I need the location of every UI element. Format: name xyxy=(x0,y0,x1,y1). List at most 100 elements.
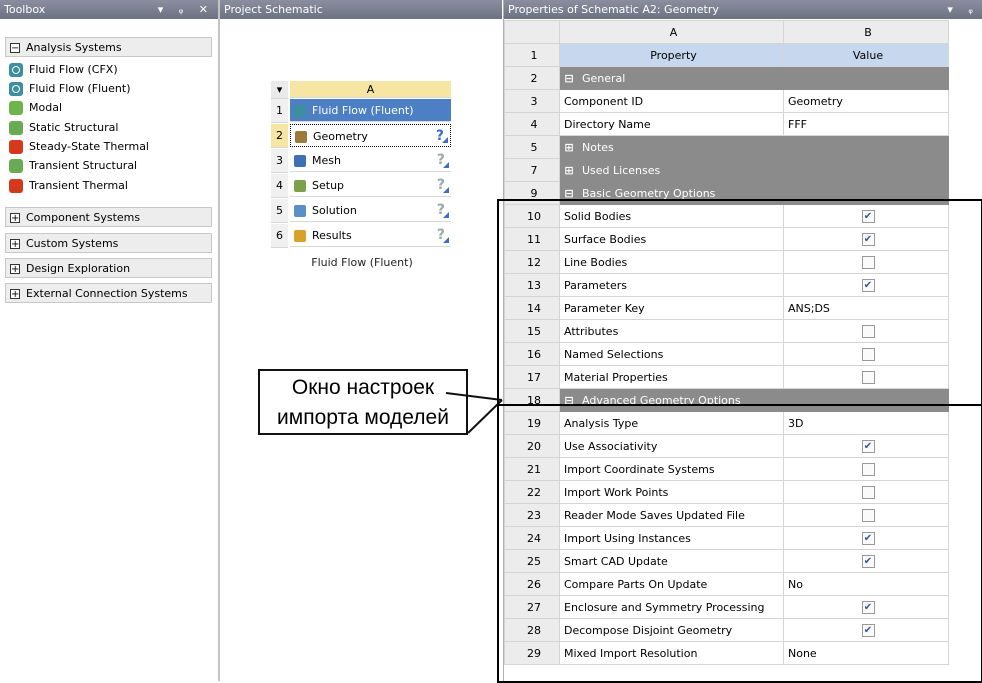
category-label: Basic Geometry Options xyxy=(582,186,716,200)
system-caption[interactable]: Fluid Flow (Fluent) xyxy=(271,256,453,269)
category-label: Notes xyxy=(582,140,614,154)
cell-label: Setup xyxy=(312,179,345,192)
property-column-header[interactable]: Property xyxy=(559,43,784,67)
system-title-cell[interactable]: Fluid Flow (Fluent) xyxy=(290,99,451,122)
category-value-cell xyxy=(783,158,949,182)
row-number: 5 xyxy=(271,199,288,223)
cell-label: Geometry xyxy=(313,130,368,143)
cell-label: Fluid Flow (Fluent) xyxy=(312,104,414,117)
row-number: 4 xyxy=(271,174,288,198)
property-name: Directory Name xyxy=(559,112,784,136)
cell-label: Solution xyxy=(312,204,357,217)
toolbox-item-steady-state-thermal[interactable]: Steady-State Thermal xyxy=(9,138,149,155)
solution-cell[interactable]: Solution? xyxy=(290,199,451,222)
row-number: 1 xyxy=(504,43,560,67)
system-menu-arrow[interactable]: ▾ xyxy=(271,81,288,99)
toolbox-group-design-exploration[interactable]: + Design Exploration xyxy=(5,258,212,278)
toolbox-group-external-connection-systems[interactable]: + External Connection Systems xyxy=(5,283,212,303)
column-a-header[interactable]: A xyxy=(559,20,784,44)
thermal-icon xyxy=(9,140,23,154)
property-row[interactable]: 5 ⊞ Notes xyxy=(504,135,949,159)
item-label: Transient Structural xyxy=(29,159,138,172)
row-number: 1 xyxy=(271,99,288,123)
value-column-header[interactable]: Value xyxy=(783,43,949,67)
property-name: Component ID xyxy=(559,89,784,113)
item-label: Modal xyxy=(29,101,62,114)
toolbox-title: Toolbox xyxy=(4,3,46,16)
group-label: Component Systems xyxy=(26,211,141,224)
category-cell[interactable]: ⊞ Used Licenses xyxy=(559,158,784,182)
toolbox-group-component-systems[interactable]: + Component Systems xyxy=(5,207,212,227)
item-label: Transient Thermal xyxy=(29,179,128,192)
status-unknown-icon: ? xyxy=(436,177,445,193)
category-cell[interactable]: ⊞ Notes xyxy=(559,135,784,159)
status-corner-icon xyxy=(443,162,449,168)
geometry-icon xyxy=(295,131,307,143)
column-letter-row: A B xyxy=(504,20,949,44)
expand-icon[interactable]: ⊞ xyxy=(564,164,574,177)
group-label: External Connection Systems xyxy=(26,287,188,300)
category-cell[interactable]: ⊟ General xyxy=(559,66,784,90)
annotation-line-1: Окно настроек xyxy=(291,376,435,399)
expand-icon[interactable]: + xyxy=(10,213,20,224)
status-corner-icon xyxy=(443,187,449,193)
results-cell[interactable]: Results? xyxy=(290,224,451,247)
row-number: 2 xyxy=(504,66,560,90)
property-value[interactable]: Geometry xyxy=(783,89,949,113)
highlight-frame-basic-options xyxy=(497,199,982,406)
property-row[interactable]: 7 ⊞ Used Licenses xyxy=(504,158,949,182)
geometry-cell[interactable]: Geometry? xyxy=(290,124,451,147)
solution-icon xyxy=(294,205,306,217)
status-unknown-icon: ? xyxy=(436,227,445,243)
row-number: 6 xyxy=(271,224,288,248)
item-label: Fluid Flow (Fluent) xyxy=(29,82,131,95)
setup-cell[interactable]: Setup? xyxy=(290,174,451,197)
toolbox-item-static-structural[interactable]: Static Structural xyxy=(9,119,118,136)
property-row[interactable]: 1 Property Value xyxy=(504,43,949,67)
fluid-flow-icon xyxy=(9,82,23,96)
item-label: Steady-State Thermal xyxy=(29,140,149,153)
toolbox-item-transient-thermal[interactable]: Transient Thermal xyxy=(9,177,128,194)
toolbox-panel: Toolbox ▾ ᵩ ✕ − Analysis Systems Fluid Fl… xyxy=(0,0,220,681)
toolbox-item-modal[interactable]: Modal xyxy=(9,99,62,116)
static-structural-icon xyxy=(9,121,23,135)
toolbox-window-controls[interactable]: ▾ ᵩ ✕ xyxy=(158,0,214,19)
toolbox-item-fluid-flow-fluent[interactable]: Fluid Flow (Fluent) xyxy=(9,80,131,97)
collapse-icon[interactable]: ⊟ xyxy=(564,72,574,85)
expand-icon[interactable]: + xyxy=(10,289,20,300)
item-label: Fluid Flow (CFX) xyxy=(29,63,118,76)
toolbox-group-custom-systems[interactable]: + Custom Systems xyxy=(5,233,212,253)
toolbox-item-transient-structural[interactable]: Transient Structural xyxy=(9,157,137,174)
expand-icon[interactable]: ⊞ xyxy=(564,141,574,154)
column-b-header[interactable]: B xyxy=(783,20,949,44)
collapse-icon[interactable]: ⊟ xyxy=(564,187,574,200)
status-unknown-icon: ? xyxy=(436,202,445,218)
mesh-cell[interactable]: Mesh? xyxy=(290,149,451,172)
modal-icon xyxy=(9,101,23,115)
property-row[interactable]: 3 Component ID Geometry xyxy=(504,89,949,113)
property-row[interactable]: 4 Directory Name FFF xyxy=(504,112,949,136)
expand-icon[interactable]: + xyxy=(10,264,20,275)
collapse-icon[interactable]: − xyxy=(10,43,20,54)
cell-label: Results xyxy=(312,229,352,242)
property-value[interactable]: FFF xyxy=(783,112,949,136)
highlight-frame-advanced-options xyxy=(497,404,982,683)
expand-icon[interactable]: + xyxy=(10,239,20,250)
status-corner-icon xyxy=(442,137,448,143)
row-number: 5 xyxy=(504,135,560,159)
toolbox-item-fluid-flow-cfx[interactable]: Fluid Flow (CFX) xyxy=(9,61,118,78)
properties-window-controls[interactable]: ▾ ᵩ xyxy=(947,0,979,19)
transient-structural-icon xyxy=(9,159,23,173)
row-number: 4 xyxy=(504,112,560,136)
group-label: Custom Systems xyxy=(26,237,119,250)
row-number: 3 xyxy=(271,149,288,173)
property-row[interactable]: 2 ⊟ General xyxy=(504,66,949,90)
annotation-line-2: импорта моделей xyxy=(277,406,449,429)
row-number: 7 xyxy=(504,158,560,182)
status-unknown-icon: ? xyxy=(436,152,445,168)
row-number: 3 xyxy=(504,89,560,113)
toolbox-group-analysis-systems[interactable]: − Analysis Systems xyxy=(5,37,212,57)
setup-icon xyxy=(294,180,306,192)
properties-header: Properties of Schematic A2: Geometry ▾ ᵩ xyxy=(504,0,982,19)
category-label: Used Licenses xyxy=(582,163,661,177)
